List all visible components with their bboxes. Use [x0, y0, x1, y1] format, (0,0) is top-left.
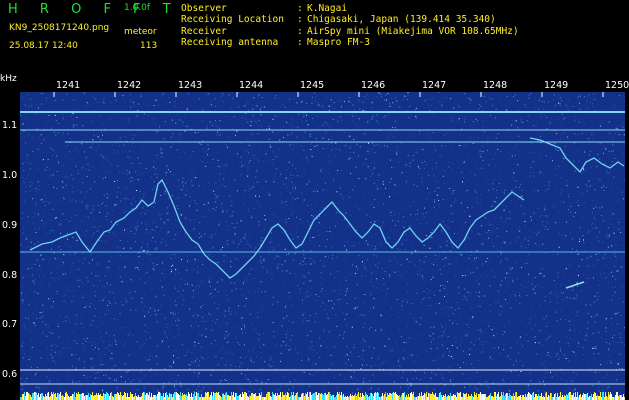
location-value: Chigasaki, Japan (139.414 35.340): [307, 14, 496, 25]
y-tick-label: 0.8: [2, 270, 18, 281]
detection-count: 113: [140, 41, 158, 51]
app-brand: H R O F F T: [8, 2, 180, 17]
receiver-colon: :: [297, 26, 303, 37]
x-tick-label: 1244: [239, 80, 264, 91]
x-tick-label: 1250: [605, 80, 629, 91]
receiver-value: AirSpy mini (Miakejima VOR 108.65MHz): [307, 26, 519, 37]
meteor-echo: [565, 281, 585, 289]
y-tick-label: 0.7: [2, 319, 18, 330]
y-tick-label: 1.1: [2, 120, 18, 131]
location-colon: :: [297, 14, 303, 25]
receiver-label: Receiver: [181, 26, 227, 37]
y-axis-unit: kHz: [0, 74, 17, 84]
bottom-noise-strip: [20, 392, 625, 400]
x-tick-label: 1248: [483, 80, 508, 91]
x-tick-label: 1249: [544, 80, 569, 91]
signal-trace-right: [529, 137, 625, 174]
x-tick-label: 1245: [300, 80, 325, 91]
observer-label: Observer: [181, 3, 227, 14]
y-tick-label: 1.0: [2, 170, 18, 181]
date-time: 25.08.17 12:40: [9, 41, 78, 51]
mode-label: meteor: [124, 27, 157, 37]
antenna-value: Maspro FM-3: [307, 37, 370, 48]
x-tick-label: 1243: [178, 80, 203, 91]
spectrogram-svg: [20, 92, 625, 400]
observer-value: K.Nagai: [307, 3, 348, 14]
observer-colon: :: [297, 3, 303, 14]
x-tick-label: 1241: [56, 80, 81, 91]
spectrogram-plot: [20, 92, 625, 400]
y-tick-label: 0.6: [2, 369, 18, 380]
y-tick-label: 0.9: [2, 220, 18, 231]
antenna-colon: :: [297, 37, 303, 48]
app-version: 1.0.0f: [124, 3, 151, 13]
x-tick-label: 1246: [361, 80, 386, 91]
x-tick-label: 1247: [422, 80, 447, 91]
file-name: KN9_2508171240.png: [9, 23, 110, 33]
location-label: Receiving Location: [181, 14, 284, 25]
x-tick-label: 1242: [117, 80, 142, 91]
hrofft-window: H R O F F T 1.0.0f KN9_2508171240.png me…: [0, 0, 629, 400]
antenna-label: Receiving antenna: [181, 37, 279, 48]
